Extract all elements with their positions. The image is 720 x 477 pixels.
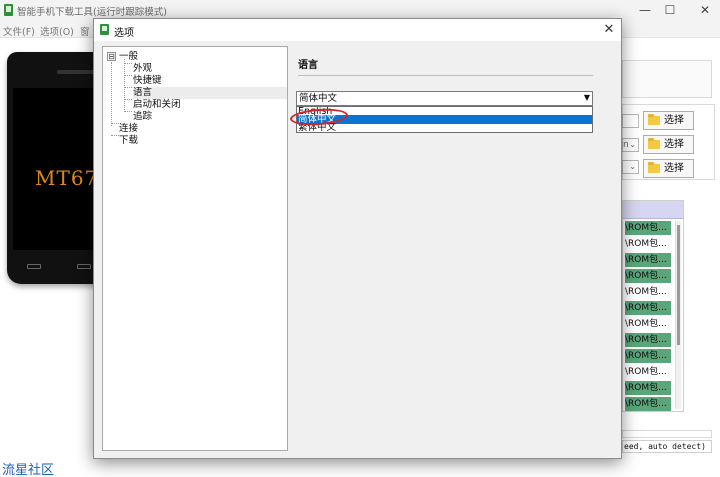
table-row[interactable]: \ROM包... (625, 381, 671, 395)
phone-menu-key (27, 264, 41, 269)
table-row[interactable]: \ROM包... (625, 349, 671, 363)
language-combobox-value: 简体中文 (299, 93, 338, 104)
path-combo-2[interactable]: n ⌄ (622, 138, 639, 152)
path-combo-3[interactable]: ⌄ (622, 160, 639, 174)
path-input-1[interactable] (622, 114, 639, 128)
watermark-text: 流星社区 (2, 463, 55, 477)
section-divider (298, 75, 593, 76)
table-row[interactable]: \ROM包... (625, 317, 671, 331)
table-header (623, 201, 683, 219)
right-top-panel (622, 60, 712, 98)
language-combobox[interactable]: 简体中文 ▼ (296, 91, 593, 106)
tree-item-trace[interactable]: 追踪 (133, 111, 152, 123)
tree-item-language[interactable]: 语言 (133, 87, 287, 99)
tree-item-startup-shutdown[interactable]: 启动和关闭 (133, 99, 181, 111)
language-option-traditional-chinese[interactable]: 繁体中文 (297, 123, 592, 132)
table-scrollbar[interactable] (675, 221, 681, 409)
menu-options[interactable]: 选项(O) (40, 24, 74, 38)
tree-connector (124, 111, 132, 112)
table-row[interactable]: \ROM包... (625, 237, 671, 251)
table-row[interactable]: \ROM包... (625, 333, 671, 347)
dialog-app-icon (100, 24, 109, 35)
close-button[interactable]: ✕ (692, 2, 718, 18)
tree-connector (124, 63, 132, 64)
tree-item-download[interactable]: 下载 (119, 135, 138, 147)
select-button-3[interactable]: 选择 (643, 159, 694, 178)
log-input (622, 430, 712, 438)
phone-back-key (77, 264, 91, 269)
dialog-title-bar: 选项 ✕ (94, 19, 621, 41)
tree-connector (124, 99, 132, 100)
options-dialog: 选项 ✕ ⊟ 一般 外观 快捷键 语言 启动和关闭 追踪 连接 下载 语言 简体… (93, 18, 622, 459)
status-text: eed, auto detect) (622, 440, 712, 453)
tree-connector (124, 75, 132, 76)
partition-table[interactable]: \ROM包... \ROM包... \ROM包... \ROM包... \ROM… (622, 200, 684, 412)
main-title-bar: 智能手机下载工具(运行时跟踪模式) — ☐ ✕ (0, 0, 720, 20)
section-title-language: 语言 (298, 60, 318, 71)
menu-file[interactable]: 文件(F) (3, 24, 35, 38)
dialog-title: 选项 (114, 28, 134, 39)
select-button-1[interactable]: 选择 (643, 111, 694, 130)
table-row[interactable]: \ROM包... (625, 285, 671, 299)
tree-item-general[interactable]: 一般 (119, 51, 138, 63)
menu-window[interactable]: 窗 (80, 24, 90, 38)
dropdown-arrow-icon[interactable]: ▼ (584, 93, 590, 102)
table-row[interactable]: \ROM包... (625, 397, 671, 411)
main-window-title: 智能手机下载工具(运行时跟踪模式) (17, 7, 167, 18)
dialog-close-icon[interactable]: ✕ (599, 21, 619, 39)
minimize-button[interactable]: — (632, 2, 658, 18)
table-row[interactable]: \ROM包... (625, 269, 671, 283)
tree-connector (124, 87, 132, 88)
tree-connector (111, 62, 112, 126)
select-button-2[interactable]: 选择 (643, 135, 694, 154)
table-row[interactable]: \ROM包... (625, 221, 671, 235)
tree-item-connection[interactable]: 连接 (119, 123, 138, 135)
maximize-button[interactable]: ☐ (657, 2, 683, 18)
folder-icon (648, 114, 660, 125)
tree-connector (111, 135, 119, 136)
tree-connector (111, 123, 119, 124)
table-row[interactable]: \ROM包... (625, 253, 671, 267)
folder-icon (648, 162, 660, 173)
tree-item-appearance[interactable]: 外观 (133, 63, 152, 75)
table-row[interactable]: \ROM包... (625, 301, 671, 315)
folder-icon (648, 138, 660, 149)
phone-image: MT676 (7, 52, 111, 284)
app-icon (4, 4, 13, 16)
tree-item-shortcuts[interactable]: 快捷键 (133, 75, 162, 87)
scrollbar-thumb[interactable] (677, 225, 680, 345)
phone-speaker (57, 70, 97, 74)
tree-collapse-icon[interactable]: ⊟ (107, 52, 116, 61)
table-row[interactable]: \ROM包... (625, 365, 671, 379)
options-tree[interactable]: ⊟ 一般 外观 快捷键 语言 启动和关闭 追踪 连接 下载 (102, 46, 288, 451)
tree-connector (124, 59, 125, 112)
